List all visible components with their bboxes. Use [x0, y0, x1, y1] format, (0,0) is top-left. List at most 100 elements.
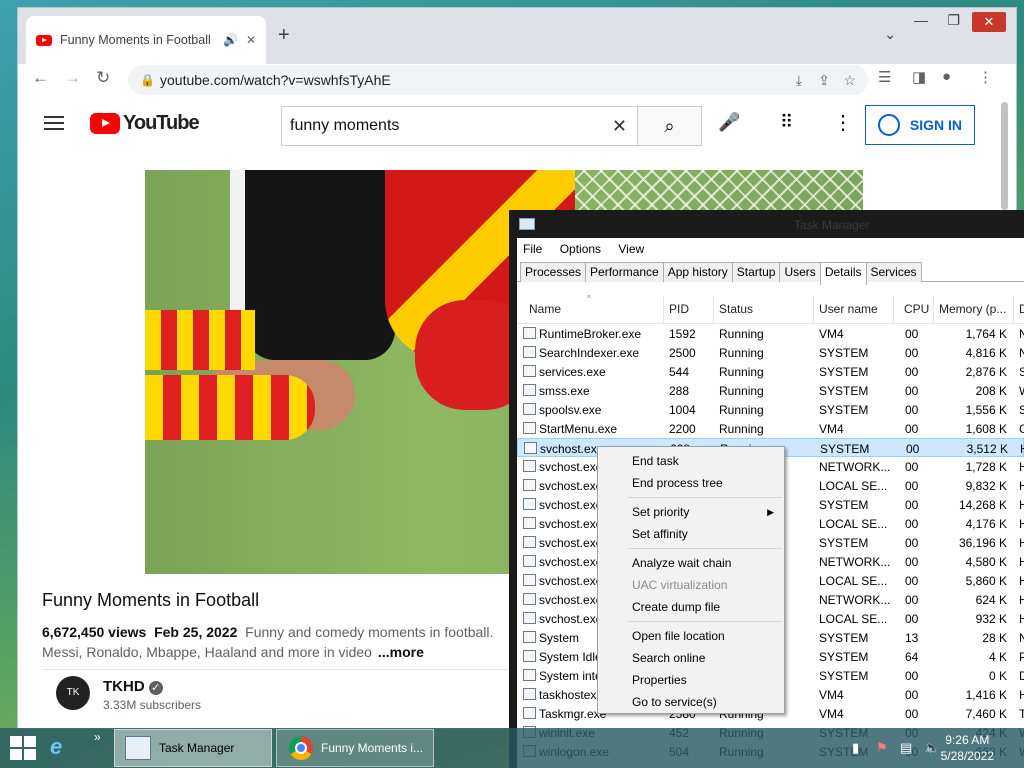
menu-item-analyze-wait-chain[interactable]: Analyze wait chain: [598, 552, 784, 574]
process-description: H: [1019, 555, 1024, 569]
process-user: SYSTEM: [819, 403, 869, 417]
taskbar-chrome[interactable]: Funny Moments i...: [276, 729, 434, 767]
address-bar[interactable]: 🔒 youtube.com/watch?v=wswhfsTyAhE ⤓ ⇪ ☆: [128, 65, 868, 95]
action-center-icon[interactable]: ⚑: [876, 740, 888, 756]
side-panel-icon[interactable]: ◨: [912, 68, 926, 86]
column-separator[interactable]: [1013, 296, 1014, 324]
channel-name[interactable]: TKHD ✓: [103, 678, 163, 695]
youtube-logo[interactable]: YouTube: [90, 112, 200, 135]
tab-close-icon[interactable]: ✕: [246, 33, 256, 47]
process-status: Running: [719, 327, 764, 341]
table-row[interactable]: services.exe 544 Running SYSTEM 00 2,876 K S: [517, 362, 1024, 381]
sign-in-button[interactable]: SIGN IN: [865, 105, 975, 145]
toolbar-expand-icon[interactable]: »: [94, 730, 101, 744]
maximize-button[interactable]: ❐: [947, 12, 960, 29]
profile-avatar-icon[interactable]: ●: [942, 68, 951, 85]
process-status: Running: [719, 422, 764, 436]
menu-item-set-affinity[interactable]: Set affinity: [598, 523, 784, 545]
volume-muted-icon[interactable]: 🔈: [924, 740, 940, 756]
table-row[interactable]: RuntimeBroker.exe 1592 Running VM4 00 1,764 K…: [517, 324, 1024, 343]
process-user: VM4: [819, 327, 844, 341]
process-description: N: [1019, 327, 1024, 341]
process-description: H: [1019, 688, 1024, 702]
taskbar-task-manager[interactable]: Task Manager: [114, 729, 272, 767]
new-tab-button[interactable]: +: [278, 24, 290, 47]
minimize-button[interactable]: —: [914, 12, 928, 28]
task-manager-titlebar[interactable]: Task Manager: [509, 210, 1024, 238]
menu-item-go-to-service-s[interactable]: Go to service(s): [598, 691, 784, 713]
col-pid[interactable]: PID: [669, 302, 689, 316]
menu-item-end-task[interactable]: End task: [598, 450, 784, 472]
start-button[interactable]: [10, 736, 36, 760]
tab-processes[interactable]: Processes: [520, 262, 587, 282]
upload-date: Feb 25, 2022: [154, 624, 238, 640]
menu-item-properties[interactable]: Properties: [598, 669, 784, 691]
table-row[interactable]: spoolsv.exe 1004 Running SYSTEM 00 1,556 K S: [517, 400, 1024, 419]
menu-item-create-dump-file[interactable]: Create dump file: [598, 596, 784, 618]
table-row[interactable]: SearchIndexer.exe 2500 Running SYSTEM 00 4,81…: [517, 343, 1024, 362]
channel-avatar[interactable]: TK: [56, 676, 90, 710]
more-link[interactable]: ...more: [378, 644, 424, 660]
speaker-icon[interactable]: 🔊: [223, 33, 238, 47]
search-button[interactable]: ⌕: [638, 106, 702, 146]
menu-view[interactable]: View: [618, 242, 644, 256]
chrome-menu-icon[interactable]: ⋮: [978, 68, 993, 86]
column-separator[interactable]: [813, 296, 814, 324]
process-pid: 1004: [669, 403, 696, 417]
menu-options[interactable]: Options: [560, 242, 601, 256]
menu-item-search-online[interactable]: Search online: [598, 647, 784, 669]
process-description: N: [1019, 346, 1024, 360]
install-icon[interactable]: ⤓: [796, 65, 802, 95]
tab-details[interactable]: Details: [819, 262, 867, 285]
process-user: LOCAL SE...: [819, 479, 888, 493]
process-memory: 36,196 K: [958, 536, 1007, 550]
forward-icon[interactable]: →: [64, 68, 81, 88]
col-status[interactable]: Status: [719, 302, 753, 316]
reading-list-icon[interactable]: ☰: [878, 68, 891, 86]
clock[interactable]: 9:26 AM 5/28/2022: [941, 732, 994, 764]
menu-item-end-process-tree[interactable]: End process tree: [598, 472, 784, 494]
column-separator[interactable]: [713, 296, 714, 324]
table-row[interactable]: StartMenu.exe 2200 Running VM4 00 1,608 K C: [517, 419, 1024, 438]
col-name[interactable]: Name: [529, 302, 561, 316]
tab-search-icon[interactable]: ⌄: [884, 26, 896, 43]
apps-grid-icon[interactable]: ⠿: [780, 112, 793, 133]
col-memory[interactable]: Memory (p...: [939, 302, 1006, 316]
system-tray-icon[interactable]: ▮: [852, 740, 859, 756]
col-user-name[interactable]: User name: [819, 302, 878, 316]
youtube-header: YouTube funny moments ✕ ⌕ 🎤 ⠿ ⋮ SIGN IN: [18, 96, 996, 154]
search-input[interactable]: funny moments ✕: [281, 106, 638, 146]
menu-item-open-file-location[interactable]: Open file location: [598, 625, 784, 647]
column-separator[interactable]: [933, 296, 934, 324]
youtube-play-icon: [90, 113, 120, 134]
menu-item-set-priority[interactable]: Set priority ▶: [598, 501, 784, 523]
col-description[interactable]: D: [1019, 302, 1024, 316]
column-separator[interactable]: [893, 296, 894, 324]
tab-services[interactable]: Services: [865, 262, 922, 282]
description[interactable]: Messi, Ronaldo, Mbappe, Haaland and more…: [42, 644, 424, 660]
menu-file[interactable]: File: [523, 242, 542, 256]
close-button[interactable]: ✕: [972, 12, 1006, 32]
network-icon[interactable]: ▤: [900, 740, 912, 756]
back-icon[interactable]: ←: [32, 68, 49, 88]
tab-users[interactable]: Users: [779, 262, 821, 282]
tab-performance[interactable]: Performance: [585, 262, 664, 282]
menu-item-label: Set priority: [632, 505, 690, 519]
col-cpu[interactable]: CPU: [904, 302, 929, 316]
bookmark-star-icon[interactable]: ☆: [843, 65, 856, 95]
column-separator[interactable]: [663, 296, 664, 324]
process-user: NETWORK...: [819, 593, 891, 607]
hamburger-menu-icon[interactable]: [44, 116, 64, 130]
page-scrollbar[interactable]: [1001, 102, 1008, 210]
clear-search-icon[interactable]: ✕: [612, 107, 627, 145]
microphone-icon[interactable]: 🎤: [718, 112, 740, 133]
process-user: SYSTEM: [819, 384, 869, 398]
reload-icon[interactable]: ↻: [96, 68, 110, 88]
internet-explorer-icon[interactable]: e: [50, 734, 62, 760]
table-row[interactable]: smss.exe 288 Running SYSTEM 00 208 K W: [517, 381, 1024, 400]
more-options-icon[interactable]: ⋮: [833, 110, 853, 135]
tab-startup[interactable]: Startup: [731, 262, 781, 282]
browser-tab[interactable]: Funny Moments in Football 🔊 ✕: [26, 16, 266, 64]
share-icon[interactable]: ⇪: [818, 65, 830, 95]
tab-app-history[interactable]: App history: [662, 262, 733, 282]
